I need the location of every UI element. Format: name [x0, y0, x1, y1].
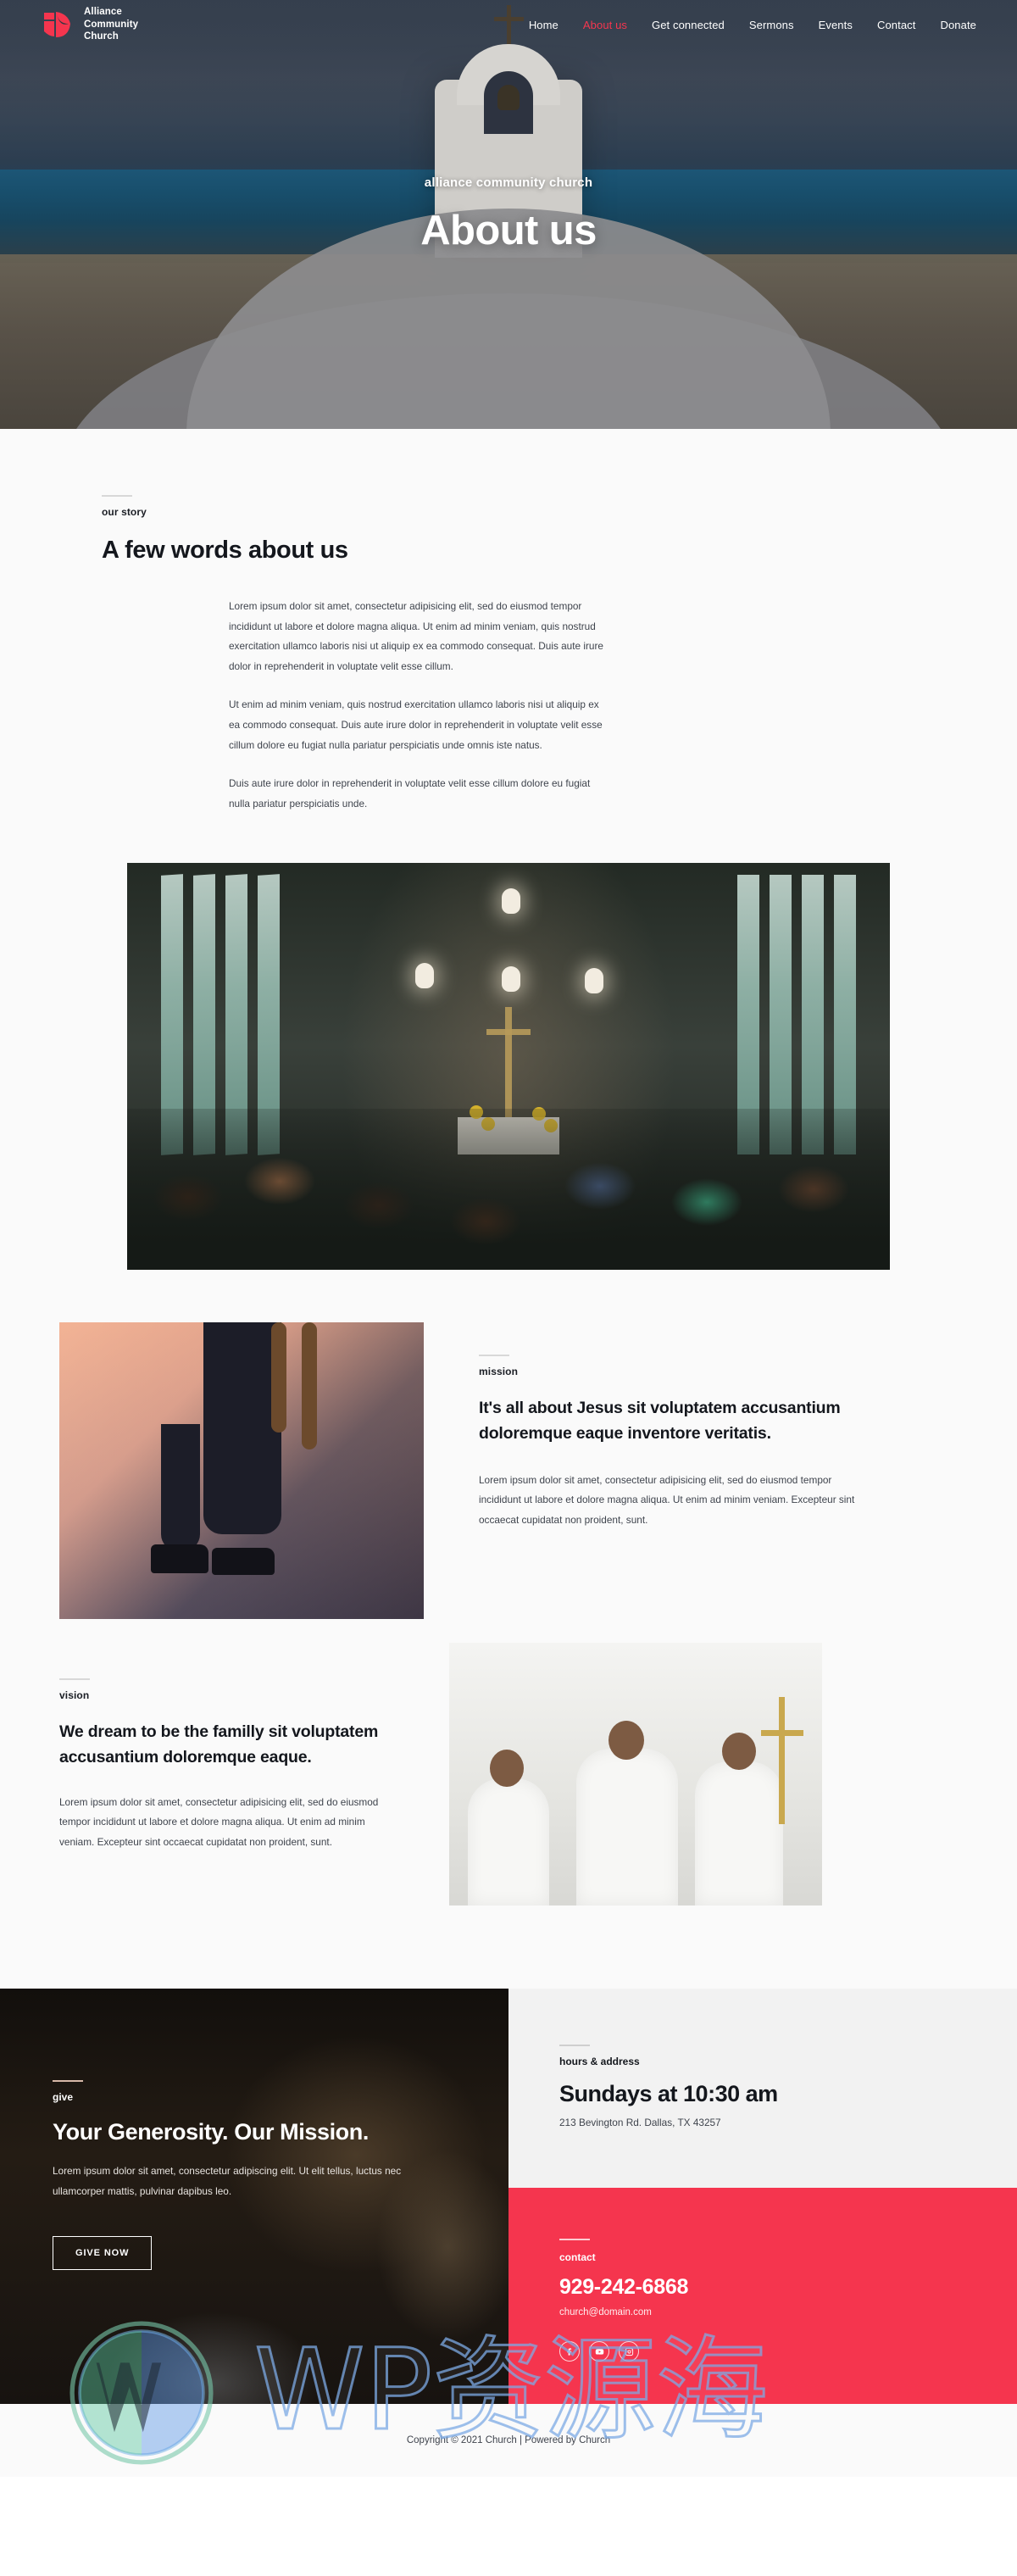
- story-wrap: our story A few words about us Lorem ips…: [102, 495, 915, 814]
- brand-name: Alliance Community Church: [84, 6, 138, 43]
- facebook-icon[interactable]: [559, 2341, 580, 2362]
- give-now-button[interactable]: GIVE NOW: [53, 2235, 153, 2270]
- our-story-section: our story A few words about us Lorem ips…: [0, 429, 1017, 1271]
- vision-image: [449, 1643, 822, 1906]
- nav-item-sermons[interactable]: Sermons: [749, 19, 794, 31]
- hero-eyebrow: alliance community church: [424, 175, 593, 190]
- eyebrow-rule: [559, 2045, 590, 2047]
- chair-post: [271, 1322, 286, 1433]
- hours-title: Sundays at 10:30 am: [559, 2081, 778, 2107]
- crucifix-bar: [486, 1029, 531, 1036]
- story-spacer: [102, 597, 229, 814]
- hanging-lamp-icon: [585, 968, 603, 994]
- give-paragraph: Lorem ipsum dolor sit amet, consectetur …: [53, 2165, 402, 2197]
- brand-line-1: Alliance: [84, 6, 122, 17]
- mission-image: [59, 1322, 424, 1620]
- mission-row: mission It's all about Jesus sit volupta…: [59, 1322, 958, 1620]
- nav-links: Home About us Get connected Sermons Even…: [529, 19, 976, 31]
- give-panel: give Your Generosity. Our Mission. Lorem…: [0, 1989, 508, 2405]
- site-footer: Copyright © 2021 Church | Powered by Chu…: [0, 2404, 1017, 2478]
- story-paragraph-1: Lorem ipsum dolor sit amet, consectetur …: [229, 600, 603, 672]
- story-eyebrow: our story: [102, 506, 147, 518]
- figure-robe: [576, 1749, 678, 1906]
- church-logo-icon: [41, 8, 75, 42]
- contact-email[interactable]: church@domain.com: [559, 2307, 966, 2317]
- brand-line-2: Community: [84, 19, 139, 30]
- hours-eyebrow: hours & address: [559, 2056, 640, 2068]
- page-root: Alliance Community Church Home About us …: [0, 0, 1017, 2478]
- hanging-lamp-icon: [502, 888, 520, 915]
- story-title: A few words about us: [102, 537, 348, 564]
- main-navbar: Alliance Community Church Home About us …: [0, 0, 1017, 49]
- nav-item-about-us[interactable]: About us: [583, 19, 627, 31]
- nav-item-home[interactable]: Home: [529, 19, 559, 31]
- story-eyebrow-block: our story: [102, 495, 915, 518]
- story-body: Lorem ipsum dolor sit amet, consectetur …: [229, 597, 610, 814]
- vision-heading: We dream to be the familly sit voluptate…: [59, 1722, 379, 1766]
- processional-cross-bar: [761, 1730, 803, 1737]
- info-panel: hours & address Sundays at 10:30 am 213 …: [508, 1989, 1017, 2405]
- eyebrow-rule: [53, 2080, 83, 2083]
- hours-address: 213 Bevington Rd. Dallas, TX 43257: [559, 2117, 721, 2129]
- contact-block: contact 929-242-6868 church@domain.com: [508, 2188, 1017, 2405]
- vision-row: vision We dream to be the familly sit vo…: [59, 1643, 958, 1906]
- story-paragraph-3: Duis aute irure dolor in reprehenderit i…: [229, 777, 591, 810]
- church-interior-image: [127, 863, 890, 1271]
- contact-eyebrow: contact: [559, 2251, 596, 2264]
- eyebrow-rule: [59, 1678, 90, 1681]
- give-content: give Your Generosity. Our Mission. Lorem…: [53, 2080, 456, 2270]
- nav-item-contact[interactable]: Contact: [877, 19, 916, 31]
- mission-section: mission It's all about Jesus sit volupta…: [0, 1270, 1017, 1620]
- social-links: [559, 2341, 966, 2362]
- brand-line-3: Church: [84, 31, 119, 42]
- figure-leg: [161, 1424, 200, 1552]
- vision-eyebrow: vision: [59, 1689, 90, 1702]
- instagram-icon[interactable]: [619, 2341, 639, 2362]
- cta-section: give Your Generosity. Our Mission. Lorem…: [0, 1989, 1017, 2405]
- figure-shoe: [212, 1548, 275, 1576]
- nav-item-donate[interactable]: Donate: [940, 19, 976, 31]
- hours-block: hours & address Sundays at 10:30 am 213 …: [508, 1989, 1017, 2189]
- vision-eyebrow-block: vision: [59, 1678, 398, 1701]
- vision-paragraph: Lorem ipsum dolor sit amet, consectetur …: [59, 1795, 379, 1848]
- brand-logo[interactable]: Alliance Community Church: [41, 6, 138, 43]
- give-eyebrow: give: [53, 2091, 74, 2104]
- nav-item-get-connected[interactable]: Get connected: [652, 19, 725, 31]
- mission-paragraph: Lorem ipsum dolor sit amet, consectetur …: [479, 1473, 855, 1526]
- hero-section: Alliance Community Church Home About us …: [0, 0, 1017, 429]
- congregation: [127, 1109, 890, 1271]
- eyebrow-rule: [102, 495, 132, 497]
- youtube-icon[interactable]: [589, 2341, 609, 2362]
- crucifix-icon: [505, 1007, 512, 1118]
- mission-heading: It's all about Jesus sit voluptatem accu…: [479, 1399, 841, 1443]
- eyebrow-rule: [479, 1355, 509, 1357]
- processional-cross-icon: [779, 1697, 785, 1825]
- figure-head: [609, 1721, 644, 1761]
- vision-text: vision We dream to be the familly sit vo…: [59, 1653, 398, 1852]
- hanging-lamp-icon: [502, 966, 520, 993]
- story-columns: Lorem ipsum dolor sit amet, consectetur …: [102, 597, 915, 814]
- nav-item-events[interactable]: Events: [819, 19, 853, 31]
- page-title: About us: [420, 207, 597, 253]
- contact-phone[interactable]: 929-242-6868: [559, 2275, 966, 2300]
- hanging-lamp-icon: [415, 963, 434, 989]
- eyebrow-rule: [559, 2239, 590, 2241]
- give-title: Your Generosity. Our Mission.: [53, 2119, 369, 2145]
- figure-leg: [203, 1322, 281, 1535]
- footer-copyright: Copyright © 2021 Church | Powered by Chu…: [406, 2435, 611, 2446]
- mission-text: mission It's all about Jesus sit volupta…: [479, 1322, 860, 1530]
- vision-section: vision We dream to be the familly sit vo…: [0, 1619, 1017, 1989]
- chair-post: [302, 1322, 317, 1450]
- figure-robe: [695, 1761, 783, 1906]
- mission-eyebrow: mission: [479, 1366, 519, 1378]
- hero-content: alliance community church About us: [0, 0, 1017, 429]
- figure-robe: [468, 1778, 549, 1906]
- mission-eyebrow-block: mission: [479, 1355, 860, 1377]
- story-paragraph-2: Ut enim ad minim veniam, quis nostrud ex…: [229, 698, 603, 751]
- figure-shoe: [151, 1544, 208, 1574]
